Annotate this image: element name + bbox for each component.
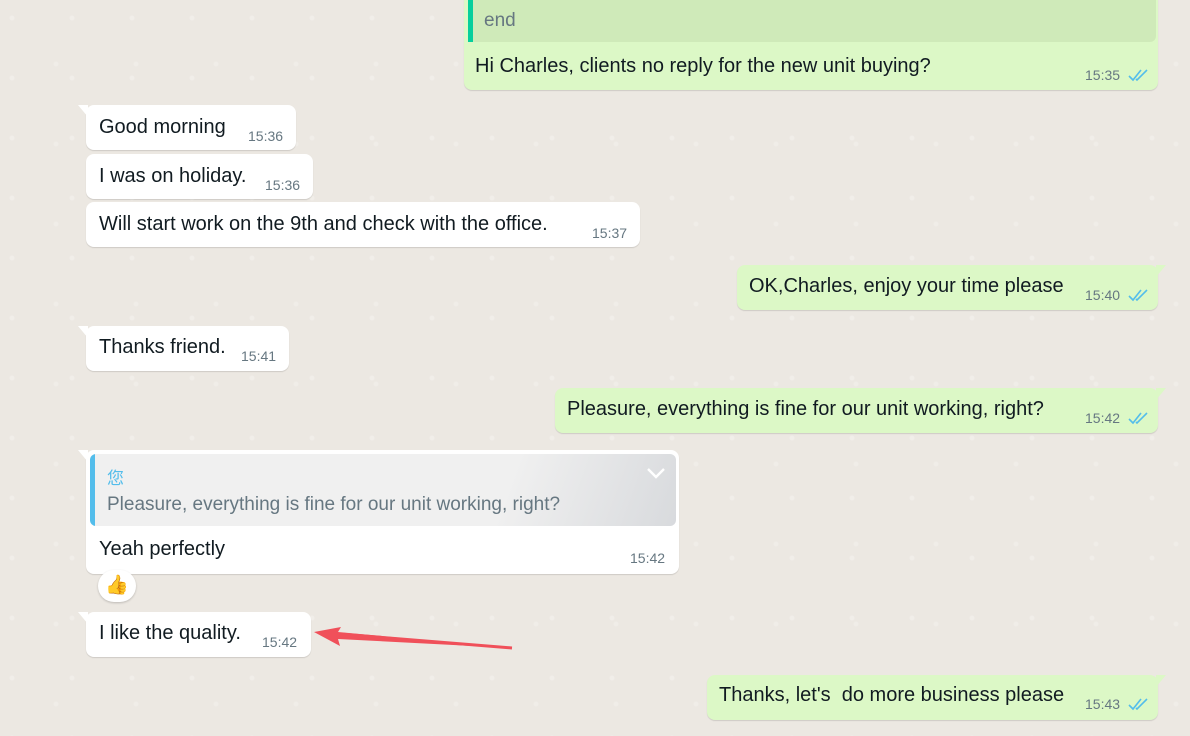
quoted-message[interactable]: 您 Pleasure, everything is fine for our u… xyxy=(90,454,676,526)
bubble-tail xyxy=(1156,388,1166,400)
message-time: 15:37 xyxy=(592,225,628,241)
quoted-author: 您 xyxy=(107,469,124,488)
chat-pane[interactable]: end Hi Charles, clients no reply for the… xyxy=(0,0,1190,736)
double-check-icon xyxy=(1128,698,1148,711)
quoted-message[interactable]: end xyxy=(468,0,1156,42)
bubble-tail xyxy=(78,612,88,624)
message-outgoing[interactable]: end Hi Charles, clients no reply for the… xyxy=(464,0,1158,90)
message-incoming[interactable]: Good morning 15:36 xyxy=(78,105,296,150)
message-time: 15:42 xyxy=(1085,410,1121,426)
message-text: Will start work on the 9th and check wit… xyxy=(99,213,548,235)
message-incoming-reply[interactable]: 您 Pleasure, everything is fine for our u… xyxy=(78,450,679,574)
bubble-tail xyxy=(1156,675,1166,687)
double-check-icon xyxy=(1128,289,1148,302)
message-time: 15:41 xyxy=(241,348,277,364)
bubble-tail xyxy=(78,326,88,338)
quoted-message-text: Pleasure, everything is fine for our uni… xyxy=(107,494,561,515)
message-text: I like the quality. xyxy=(99,622,241,644)
message-time: 15:35 xyxy=(1085,67,1121,83)
quote-bar xyxy=(90,454,95,526)
message-time: 15:40 xyxy=(1085,287,1121,303)
message-time: 15:36 xyxy=(265,177,301,193)
message-outgoing[interactable]: Pleasure, everything is fine for our uni… xyxy=(555,388,1166,433)
bubble-tail xyxy=(1156,265,1166,277)
message-text: Yeah perfectly xyxy=(99,538,226,560)
message-incoming[interactable]: I was on holiday. 15:36 xyxy=(86,154,313,199)
message-outgoing[interactable]: Thanks, let's do more business please 15… xyxy=(707,675,1166,720)
message-text: OK,Charles, enjoy your time please xyxy=(749,275,1064,297)
message-time: 15:42 xyxy=(262,634,298,650)
message-time: 15:42 xyxy=(630,550,666,566)
message-incoming[interactable]: Will start work on the 9th and check wit… xyxy=(86,202,640,247)
message-time: 15:43 xyxy=(1085,696,1121,712)
message-incoming[interactable]: I like the quality. 15:42 xyxy=(78,612,311,657)
message-text: Pleasure, everything is fine for our uni… xyxy=(567,398,1044,420)
quoted-message-text: end xyxy=(484,10,516,31)
double-check-icon xyxy=(1128,412,1148,425)
message-incoming[interactable]: Thanks friend. 15:41 xyxy=(78,326,289,371)
message-outgoing[interactable]: OK,Charles, enjoy your time please 15:40 xyxy=(737,265,1166,310)
message-text: Hi Charles, clients no reply for the new… xyxy=(475,55,931,77)
message-text: Good morning xyxy=(99,116,226,138)
double-check-icon xyxy=(1128,69,1148,82)
message-text: I was on holiday. xyxy=(99,165,247,187)
chevron-down-icon[interactable] xyxy=(646,466,666,480)
message-text: Thanks friend. xyxy=(99,336,226,358)
bubble-tail xyxy=(78,105,88,117)
message-text: Thanks, let's do more business please xyxy=(719,684,1065,706)
quote-bar xyxy=(468,0,473,42)
message-time: 15:36 xyxy=(248,128,284,144)
reaction-badge[interactable]: 👍 xyxy=(98,570,136,602)
bubble-tail xyxy=(78,450,88,462)
thumbs-up-emoji: 👍 xyxy=(105,575,129,596)
